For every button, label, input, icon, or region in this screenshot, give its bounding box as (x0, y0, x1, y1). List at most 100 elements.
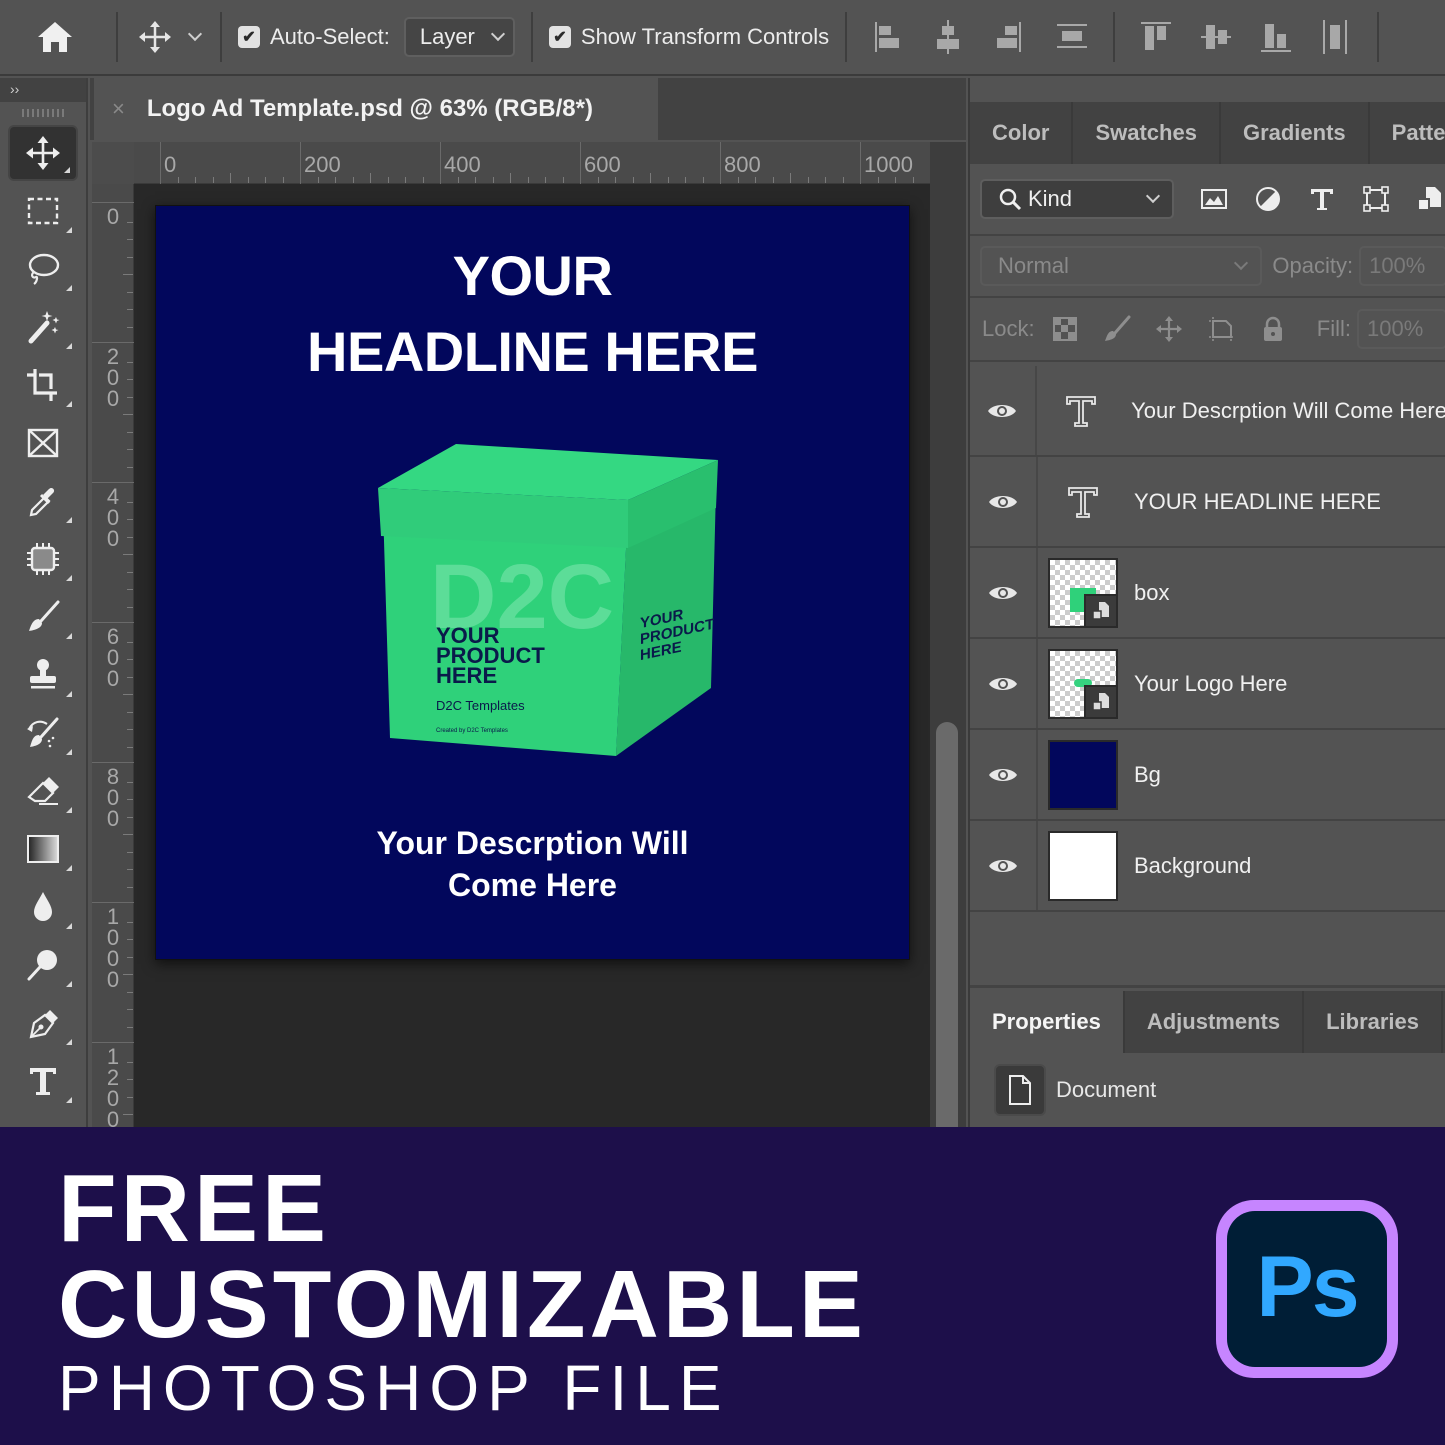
magic-wand-tool[interactable] (8, 298, 78, 355)
canvas[interactable]: YOUR HEADLINE HERE D2C YOUR PRODUCT HERE… (155, 205, 910, 960)
align-vertical-centers-icon[interactable] (1201, 20, 1232, 54)
lasso-tool[interactable] (8, 240, 78, 297)
collapse-panel-button[interactable]: ›› (0, 78, 86, 102)
layer-row[interactable]: Bg (970, 730, 1445, 821)
eyedropper-tool[interactable] (8, 472, 78, 529)
align-right-edges-icon[interactable] (993, 20, 1023, 54)
layer-visibility-toggle[interactable] (970, 639, 1038, 728)
tool-preset-picker[interactable] (124, 20, 214, 54)
ruler-origin[interactable] (92, 142, 134, 184)
description-line-1: Your Descrption Will (376, 825, 689, 861)
vertical-ruler[interactable]: 0 200 400 600 800 1000 1200 (92, 184, 134, 1127)
tab-libraries[interactable]: Libraries (1304, 991, 1444, 1053)
layer-row[interactable]: Your Descrption Will Come Here (970, 366, 1445, 457)
layer-visibility-toggle[interactable] (970, 366, 1037, 455)
align-bottom-edges-icon[interactable] (1261, 20, 1292, 54)
ruler-minor-tick (123, 554, 133, 555)
auto-select-dropdown[interactable]: Layer (403, 17, 515, 57)
layer-visibility-toggle[interactable] (970, 821, 1038, 910)
shape-layer-filter-icon[interactable] (1362, 185, 1390, 213)
layer-visibility-toggle[interactable] (970, 730, 1038, 819)
pixel-layer-filter-icon[interactable] (1200, 185, 1228, 213)
distribute-vertical-icon[interactable] (1057, 20, 1088, 54)
fill-field[interactable]: 100% (1357, 309, 1445, 349)
magic-wand-icon (28, 310, 60, 343)
type-tool[interactable] (8, 1052, 78, 1109)
scrollbar-thumb[interactable] (936, 722, 958, 1127)
toolbar-grip[interactable] (0, 102, 86, 124)
canvas-vertical-scrollbar[interactable] (930, 142, 966, 1127)
rectangular-marquee-tool[interactable] (8, 182, 78, 239)
clone-stamp-tool[interactable] (8, 646, 78, 703)
lock-transparent-pixels-icon[interactable] (1051, 315, 1079, 343)
lock-image-pixels-icon[interactable] (1103, 315, 1131, 343)
layer-visibility-toggle[interactable] (970, 457, 1038, 546)
ruler-minor-tick (615, 177, 616, 183)
layer-row[interactable]: YOUR HEADLINE HERE (970, 457, 1445, 548)
lock-label: Lock: (982, 316, 1035, 341)
pen-tool[interactable] (8, 994, 78, 1051)
frame-icon (27, 428, 59, 457)
lock-all-icon[interactable] (1259, 315, 1287, 343)
auto-select-label: Auto-Select: (270, 24, 390, 49)
chevron-down-icon (490, 26, 505, 42)
box-footer: Created by D2C Templates (436, 728, 508, 734)
layer-row[interactable]: Background (970, 821, 1445, 912)
ruler-minor-tick (335, 177, 336, 183)
ruler-minor-tick (790, 173, 791, 183)
ruler-minor-tick (127, 501, 133, 503)
move-tool[interactable] (8, 125, 78, 181)
align-horizontal-centers-icon[interactable] (933, 20, 963, 54)
spot-healing-tool[interactable] (8, 530, 78, 587)
eye-icon (989, 586, 1017, 599)
auto-select-checkbox[interactable]: ✔ (238, 26, 260, 48)
tab-properties[interactable]: Properties (970, 991, 1125, 1053)
show-transform-label: Show Transform Controls (580, 24, 830, 49)
blend-mode-dropdown[interactable]: Normal (980, 246, 1263, 286)
frame-tool[interactable] (8, 414, 78, 471)
eye-icon (989, 677, 1017, 690)
document-properties-button[interactable] (994, 1064, 1046, 1116)
tab-patterns[interactable]: Patte (1370, 102, 1445, 164)
document-tab[interactable]: × Logo Ad Template.psd @ 63% (RGB/8*) (94, 78, 658, 140)
ruler-minor-tick (127, 659, 133, 660)
ruler-label: 200 (106, 344, 120, 411)
show-transform-checkbox[interactable]: ✔ (548, 26, 571, 48)
brush-tool[interactable] (8, 588, 78, 645)
lock-artboard-icon[interactable] (1207, 315, 1235, 343)
opacity-field[interactable]: 100% (1359, 246, 1445, 286)
layer-row[interactable]: box (970, 548, 1445, 639)
layer-name: Bg (1134, 761, 1161, 787)
eraser-tool[interactable] (8, 762, 78, 819)
tab-swatches[interactable]: Swatches (1073, 102, 1221, 164)
eyedropper-icon (29, 487, 55, 516)
crop-tool[interactable] (8, 356, 78, 413)
horizontal-ruler[interactable]: 0 200 400 600 800 1000 (134, 142, 984, 184)
layer-name: box (1134, 579, 1170, 605)
smart-object-filter-icon[interactable] (1416, 185, 1444, 213)
ruler-minor-tick (597, 177, 599, 183)
layer-visibility-toggle[interactable] (970, 548, 1038, 637)
layer-filter-kind-dropdown[interactable]: Kind (980, 179, 1174, 219)
history-brush-tool[interactable] (8, 704, 78, 761)
adjustment-layer-filter-icon[interactable] (1254, 185, 1282, 213)
gradient-tool[interactable] (8, 820, 78, 877)
ruler-minor-tick (127, 711, 133, 713)
document-title: Logo Ad Template.psd @ 63% (RGB/8*) (146, 95, 593, 122)
home-icon (38, 22, 72, 52)
tab-color[interactable]: Color (970, 102, 1074, 164)
tab-gradients[interactable]: Gradients (1221, 102, 1370, 164)
close-tab-icon[interactable]: × (112, 96, 125, 122)
align-top-edges-icon[interactable] (1141, 20, 1172, 54)
blur-tool[interactable] (8, 878, 78, 935)
align-left-edges-icon[interactable] (873, 20, 903, 54)
ruler-minor-tick (127, 256, 133, 258)
lock-position-icon[interactable] (1155, 315, 1183, 343)
type-layer-filter-icon[interactable] (1308, 185, 1336, 213)
tab-adjustments[interactable]: Adjustments (1125, 991, 1305, 1053)
ruler-minor-tick (127, 729, 133, 730)
dodge-tool[interactable] (8, 936, 78, 993)
layer-row[interactable]: Your Logo Here (970, 639, 1445, 730)
distribute-horizontal-icon[interactable] (1321, 20, 1351, 54)
home-button[interactable] (0, 0, 110, 75)
